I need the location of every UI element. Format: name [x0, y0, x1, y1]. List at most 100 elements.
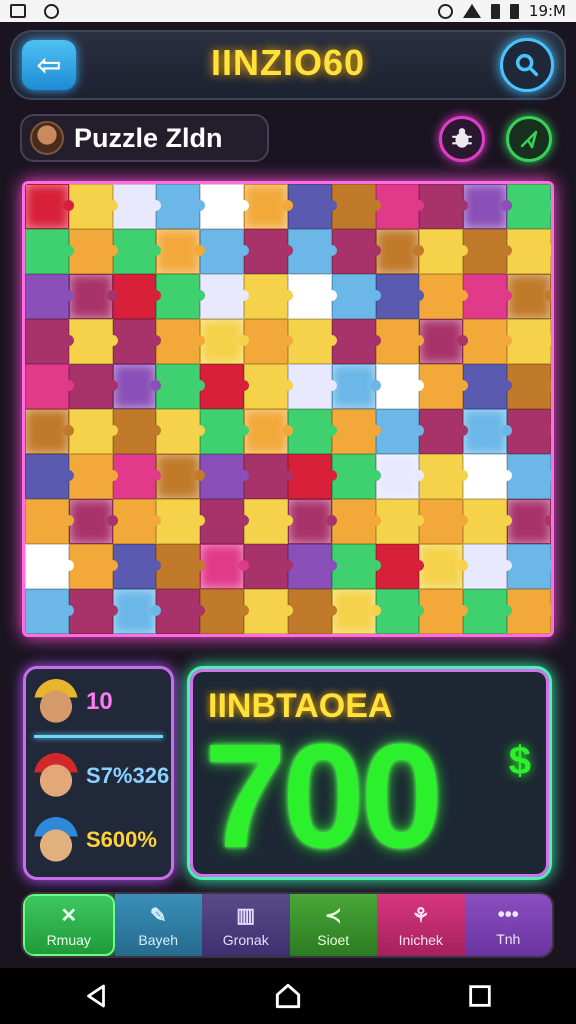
- puzzle-piece[interactable]: [244, 499, 293, 544]
- puzzle-piece[interactable]: [463, 589, 512, 634]
- puzzle-piece[interactable]: [156, 544, 206, 589]
- puzzle-piece[interactable]: [156, 454, 206, 499]
- puzzle-piece[interactable]: [463, 274, 512, 319]
- puzzle-piece[interactable]: [156, 319, 206, 364]
- puzzle-piece[interactable]: [244, 544, 293, 589]
- puzzle-piece[interactable]: [463, 544, 512, 589]
- puzzle-piece[interactable]: [507, 229, 551, 274]
- puzzle-board[interactable]: [22, 181, 554, 637]
- puzzle-piece[interactable]: [507, 274, 551, 319]
- puzzle-piece[interactable]: [375, 364, 425, 409]
- puzzle-piece[interactable]: [419, 454, 469, 499]
- puzzle-piece[interactable]: [112, 274, 162, 319]
- puzzle-piece[interactable]: [287, 274, 337, 319]
- puzzle-piece[interactable]: [287, 364, 337, 409]
- puzzle-piece[interactable]: [25, 589, 74, 634]
- puzzle-piece[interactable]: [68, 229, 118, 274]
- search-button[interactable]: [500, 38, 554, 92]
- puzzle-piece[interactable]: [463, 454, 512, 499]
- puzzle-piece[interactable]: [68, 364, 118, 409]
- puzzle-piece[interactable]: [331, 319, 381, 364]
- puzzle-piece[interactable]: [287, 454, 337, 499]
- puzzle-piece[interactable]: [463, 319, 512, 364]
- puzzle-piece[interactable]: [507, 499, 551, 544]
- puzzle-piece[interactable]: [244, 184, 293, 229]
- puzzle-piece[interactable]: [112, 184, 162, 229]
- puzzle-piece[interactable]: [419, 409, 469, 454]
- puzzle-piece[interactable]: [68, 184, 118, 229]
- puzzle-piece[interactable]: [419, 184, 469, 229]
- puzzle-piece[interactable]: [507, 364, 551, 409]
- puzzle-piece[interactable]: [507, 544, 551, 589]
- puzzle-piece[interactable]: [331, 454, 381, 499]
- puzzle-piece[interactable]: [244, 454, 293, 499]
- puzzle-piece[interactable]: [200, 589, 249, 634]
- puzzle-piece[interactable]: [25, 274, 74, 319]
- puzzle-piece[interactable]: [25, 319, 74, 364]
- puzzle-piece[interactable]: [331, 544, 381, 589]
- puzzle-piece[interactable]: [200, 319, 249, 364]
- puzzle-piece[interactable]: [156, 229, 206, 274]
- puzzle-piece[interactable]: [112, 589, 162, 634]
- puzzle-piece[interactable]: [112, 229, 162, 274]
- puzzle-piece[interactable]: [156, 499, 206, 544]
- puzzle-piece[interactable]: [507, 454, 551, 499]
- puzzle-piece[interactable]: [200, 274, 249, 319]
- puzzle-piece[interactable]: [287, 409, 337, 454]
- puzzle-piece[interactable]: [287, 184, 337, 229]
- puzzle-piece[interactable]: [156, 589, 206, 634]
- puzzle-piece[interactable]: [287, 229, 337, 274]
- puzzle-piece[interactable]: [375, 499, 425, 544]
- puzzle-piece[interactable]: [156, 274, 206, 319]
- puzzle-piece[interactable]: [68, 499, 118, 544]
- puzzle-piece[interactable]: [200, 364, 249, 409]
- puzzle-piece[interactable]: [287, 544, 337, 589]
- tab-gronak[interactable]: ▥ Gronak: [202, 894, 290, 956]
- puzzle-piece[interactable]: [244, 274, 293, 319]
- puzzle-piece[interactable]: [419, 364, 469, 409]
- puzzle-piece[interactable]: [375, 184, 425, 229]
- puzzle-piece[interactable]: [419, 229, 469, 274]
- puzzle-piece[interactable]: [112, 409, 162, 454]
- puzzle-piece[interactable]: [287, 319, 337, 364]
- puzzle-piece[interactable]: [375, 454, 425, 499]
- puzzle-piece[interactable]: [244, 409, 293, 454]
- tab-rmuay[interactable]: ✕ Rmuay: [23, 894, 115, 956]
- bug-button[interactable]: [439, 116, 485, 162]
- puzzle-piece[interactable]: [463, 229, 512, 274]
- puzzle-piece[interactable]: [200, 229, 249, 274]
- nav-back-button[interactable]: [76, 976, 116, 1016]
- puzzle-piece[interactable]: [112, 364, 162, 409]
- puzzle-piece[interactable]: [419, 319, 469, 364]
- puzzle-piece[interactable]: [112, 454, 162, 499]
- tab-sioet[interactable]: ≺ Sioet: [289, 894, 377, 956]
- puzzle-piece[interactable]: [200, 409, 249, 454]
- puzzle-piece[interactable]: [244, 229, 293, 274]
- puzzle-piece[interactable]: [68, 319, 118, 364]
- puzzle-piece[interactable]: [375, 409, 425, 454]
- puzzle-piece[interactable]: [375, 229, 425, 274]
- puzzle-piece[interactable]: [156, 364, 206, 409]
- puzzle-piece[interactable]: [419, 499, 469, 544]
- puzzle-piece[interactable]: [68, 589, 118, 634]
- puzzle-piece[interactable]: [463, 184, 512, 229]
- puzzle-piece[interactable]: [287, 499, 337, 544]
- puzzle-piece[interactable]: [244, 319, 293, 364]
- puzzle-piece[interactable]: [507, 409, 551, 454]
- puzzle-piece[interactable]: [200, 454, 249, 499]
- puzzle-piece[interactable]: [507, 589, 551, 634]
- puzzle-piece[interactable]: [200, 184, 249, 229]
- puzzle-piece[interactable]: [25, 499, 74, 544]
- puzzle-piece[interactable]: [463, 364, 512, 409]
- puzzle-piece[interactable]: [375, 319, 425, 364]
- puzzle-piece[interactable]: [287, 589, 337, 634]
- puzzle-piece[interactable]: [375, 274, 425, 319]
- puzzle-piece[interactable]: [25, 454, 74, 499]
- puzzle-piece[interactable]: [68, 409, 118, 454]
- puzzle-piece[interactable]: [112, 319, 162, 364]
- puzzle-piece[interactable]: [200, 499, 249, 544]
- puzzle-piece[interactable]: [68, 274, 118, 319]
- nav-recents-button[interactable]: [460, 976, 500, 1016]
- puzzle-piece[interactable]: [68, 454, 118, 499]
- puzzle-piece[interactable]: [200, 544, 249, 589]
